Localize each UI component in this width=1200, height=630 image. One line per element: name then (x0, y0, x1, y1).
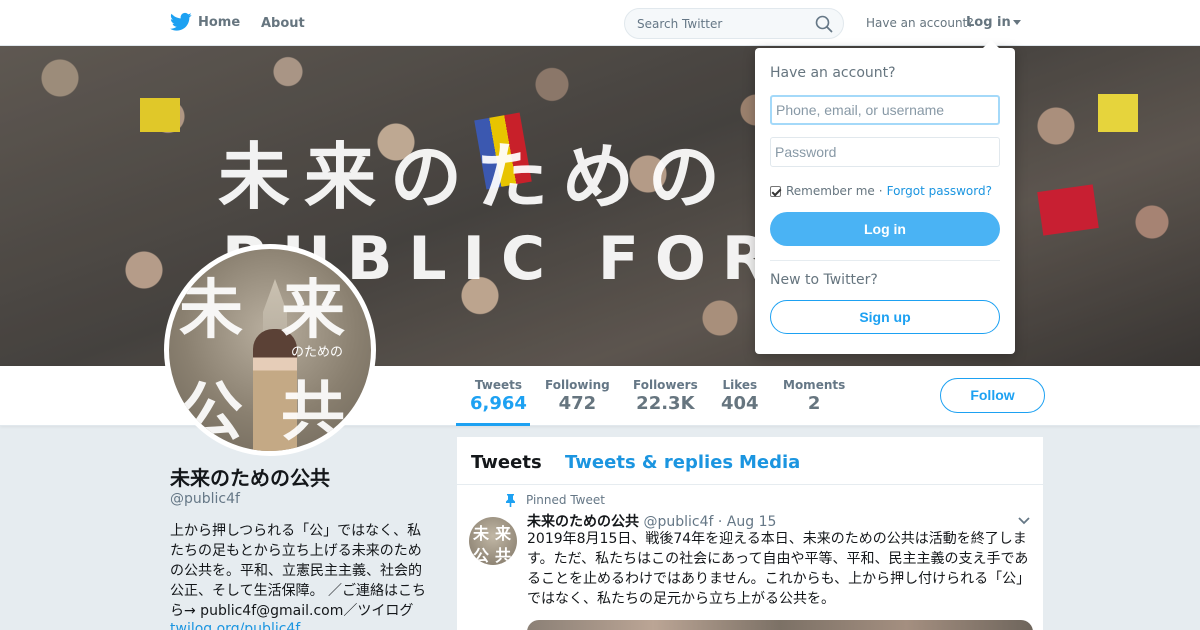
timeline-tabs: Tweets Tweets & replies Media (457, 437, 1045, 485)
separator-dot: · (878, 184, 883, 198)
stat-moments[interactable]: Moments 2 (783, 378, 845, 414)
search-input[interactable]: Search Twitter (624, 8, 844, 39)
forgot-password-link[interactable]: Forgot password? (887, 184, 992, 198)
chevron-down-icon[interactable] (1018, 517, 1030, 525)
tweet-avatar-character: 公 (473, 546, 490, 565)
profile-avatar[interactable]: 未 来 のための 公 共 (164, 244, 376, 456)
signup-button[interactable]: Sign up (770, 300, 1000, 334)
tweet-author-name[interactable]: 未来のための公共 (527, 514, 639, 530)
login-button[interactable]: Log in (770, 212, 1000, 246)
remember-me-label[interactable]: Remember me (786, 184, 875, 198)
banner-sign (1098, 94, 1138, 132)
avatar-character: 未 (179, 273, 243, 348)
banner-sign (1037, 184, 1099, 236)
search-icon[interactable] (815, 15, 833, 33)
stat-label: Tweets (474, 378, 523, 392)
pinned-indicator: Pinned Tweet (505, 493, 605, 507)
username-field[interactable] (770, 95, 1000, 125)
profile-name[interactable]: 未来のための公共 (170, 462, 330, 491)
tweet-author-handle[interactable]: @public4f (643, 514, 713, 530)
stat-value: 472 (558, 393, 597, 414)
login-dropdown-toggle[interactable]: Log in (966, 15, 1021, 30)
twitter-bird-icon (170, 12, 192, 31)
stat-value: 6,964 (470, 393, 527, 414)
follow-button[interactable]: Follow (940, 378, 1045, 413)
login-dropdown: Have an account? Remember me · Forgot pa… (755, 40, 1015, 354)
login-toggle-label: Log in (966, 15, 1011, 30)
pin-icon (506, 493, 515, 507)
banner-sign (140, 98, 180, 132)
dropdown-caret (983, 40, 999, 48)
remember-me-checkbox[interactable] (770, 185, 781, 197)
tweet-media-image[interactable] (527, 620, 1033, 630)
tweet-avatar-character: 未 (473, 524, 490, 543)
new-to-twitter-text: New to Twitter? (770, 272, 878, 288)
tweet-date[interactable]: · Aug 15 (718, 514, 777, 530)
stat-label: Following (545, 378, 610, 392)
nav-home-label: Home (198, 14, 241, 30)
search-placeholder: Search Twitter (637, 17, 723, 31)
stat-value: 404 (721, 393, 759, 414)
avatar-small-text: のための (291, 345, 344, 360)
password-field[interactable] (770, 137, 1000, 167)
avatar-character: 来 (281, 273, 345, 348)
avatar-character: 公 (179, 375, 243, 450)
profile-link[interactable]: twilog.org/public4f (170, 621, 300, 630)
nav-about-link[interactable]: About (261, 16, 305, 31)
avatar-character: 共 (281, 375, 345, 450)
stat-label: Likes (722, 378, 758, 392)
chevron-down-icon (1012, 20, 1021, 25)
nav-home-link[interactable]: Home (170, 12, 240, 32)
tweet-text: 2019年8月15日、戦後74年を迎える本日、未来のための公共は活動を終了します… (527, 531, 1031, 607)
have-account-text: Have an account? (866, 16, 974, 30)
tweet-header: 未来のための公共 @public4f · Aug 15 (527, 511, 776, 531)
stat-followers[interactable]: Followers 22.3K (633, 378, 698, 414)
profile-handle[interactable]: @public4f (170, 491, 240, 507)
stat-following[interactable]: Following 472 (545, 378, 610, 414)
tab-media[interactable]: Media (739, 452, 800, 473)
profile-bio: 上から押しつられる「公」ではなく、私たちの足もとから立ち上げる未来のための公共を… (170, 523, 427, 619)
stat-label: Followers (633, 378, 698, 392)
stat-value: 2 (807, 393, 821, 414)
stat-label: Moments (783, 378, 846, 392)
pinned-label: Pinned Tweet (526, 493, 605, 507)
tab-tweets[interactable]: Tweets (471, 452, 542, 473)
timeline: Tweets Tweets & replies Media Pinned Twe… (456, 436, 1045, 630)
top-navigation-bar: Home About Search Twitter Have an accoun… (0, 0, 1200, 46)
login-dropdown-title: Have an account? (770, 65, 896, 81)
tab-tweets-and-replies[interactable]: Tweets & replies (565, 452, 733, 473)
banner-title-japanese: 未来のための (218, 135, 735, 219)
tweet-avatar[interactable]: 未 来 公 共 (469, 517, 517, 565)
tweet-avatar-character: 来 (495, 524, 512, 543)
tweet-avatar-character: 共 (495, 546, 512, 565)
divider (770, 260, 1000, 261)
stat-tweets[interactable]: Tweets 6,964 (470, 378, 527, 414)
stat-value: 22.3K (636, 393, 695, 414)
stat-likes[interactable]: Likes 404 (721, 378, 759, 414)
remember-me-row: Remember me · Forgot password? (770, 184, 992, 198)
active-tab-underline (456, 423, 530, 426)
